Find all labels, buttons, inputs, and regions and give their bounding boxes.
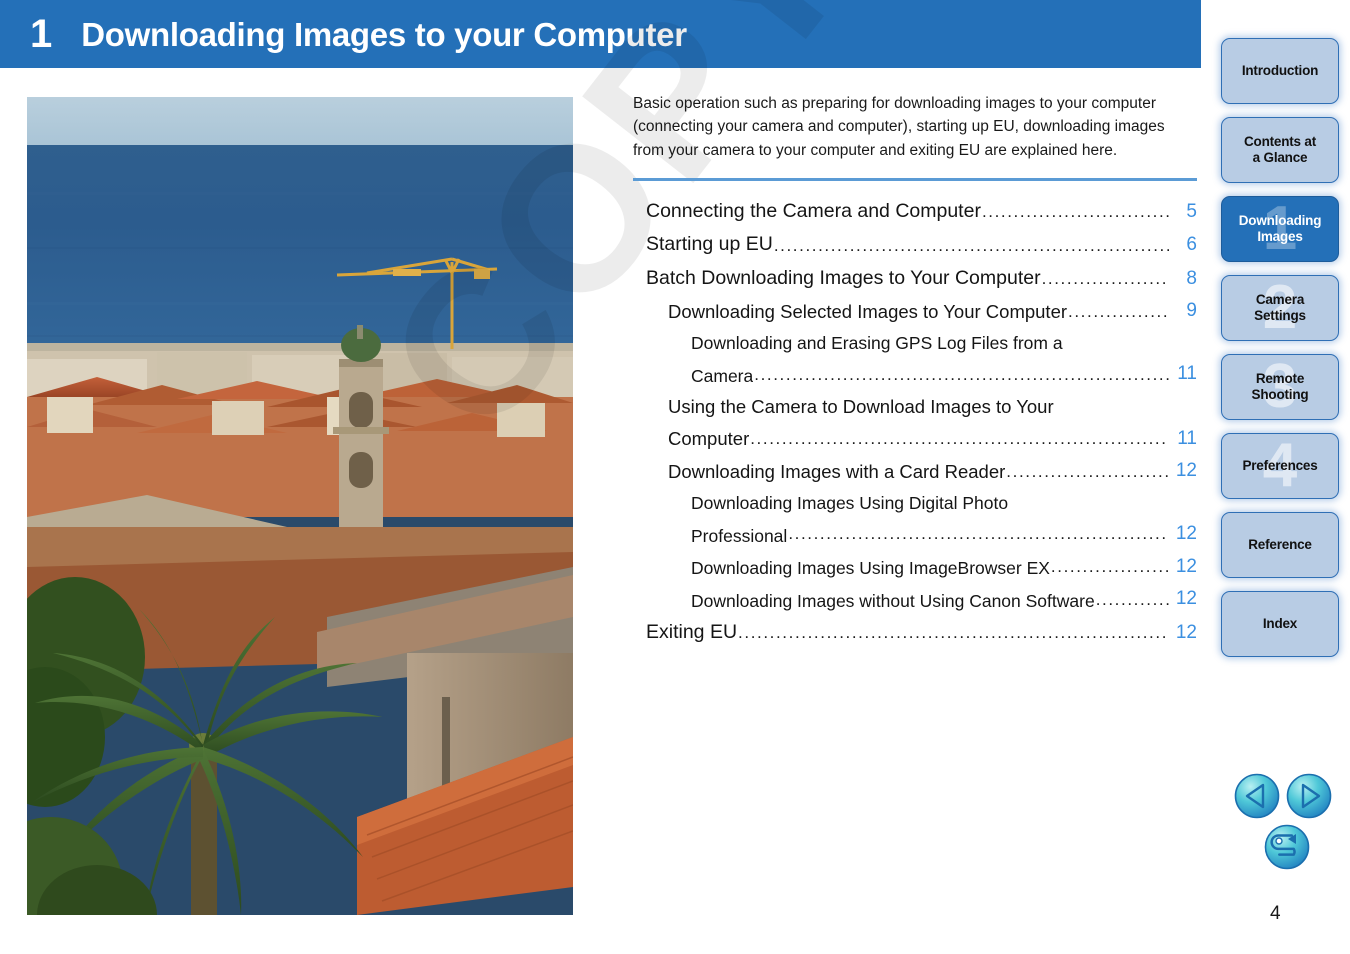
sidebar-tab-remote-shooting[interactable]: 3 Remote Shooting: [1221, 354, 1339, 420]
toc-leader-dots: ........................................…: [1050, 557, 1169, 577]
toc-leader-dots: ........................................…: [981, 202, 1169, 222]
toc-entry-label: Downloading Images with a Card Reader: [668, 461, 1006, 483]
toc-entry[interactable]: Downloading Images with a Card Reader...…: [633, 455, 1197, 488]
sidebar-tab-label-line1: Downloading: [1238, 212, 1322, 228]
toc-leader-dots: ........................................…: [1006, 461, 1169, 481]
sidebar-tab-label: Camera Settings: [1250, 292, 1310, 325]
sidebar-tab-downloading-images[interactable]: 1 Downloading Images: [1221, 196, 1339, 262]
sidebar-tab-introduction[interactable]: Introduction: [1221, 38, 1339, 104]
toc-entry[interactable]: Downloading Images without Using Canon S…: [633, 583, 1197, 616]
intro-paragraph: Basic operation such as preparing for do…: [633, 95, 1165, 159]
toc-page-number: 12: [1175, 588, 1197, 610]
toc-entry[interactable]: Downloading Selected Images to Your Comp…: [633, 295, 1197, 328]
toc-divider: [633, 177, 1197, 181]
toc-entry[interactable]: Downloading Images Using ImageBrowser EX…: [633, 551, 1197, 584]
toc-entry[interactable]: Using the Camera to Download Images to Y…: [633, 391, 1197, 455]
sidebar-tab-label: Reference: [1248, 536, 1312, 552]
sidebar-tab-label-line2: a Glance: [1252, 150, 1308, 165]
sidebar-tab-label: Remote Shooting: [1248, 371, 1313, 404]
toc-leader-dots: ........................................…: [1068, 301, 1169, 321]
toc-entry-label: Downloading Images Using ImageBrowser EX: [691, 558, 1050, 579]
toc-leader-dots: ........................................…: [738, 623, 1169, 643]
toc-page-number: 6: [1186, 234, 1197, 256]
chapter-header-bar: 1 Downloading Images to your Computer: [0, 0, 1201, 68]
toc-leader-dots: ........................................…: [1095, 589, 1169, 609]
sidebar-tab-contents-at-a-glance[interactable]: Contents at a Glance: [1221, 117, 1339, 183]
sidebar-tab-preferences[interactable]: 4 Preferences: [1221, 433, 1339, 499]
content-column: Basic operation such as preparing for do…: [633, 92, 1197, 650]
toc-entry-label: Professional: [691, 525, 788, 546]
table-of-contents: Connecting the Camera and Computer......…: [633, 195, 1197, 650]
toc-entry-label: Camera: [691, 365, 754, 386]
sidebar-tab-label-line2: Settings: [1254, 308, 1306, 323]
toc-page-number: 9: [1186, 300, 1197, 322]
toc-entry-label: Connecting the Camera and Computer: [646, 199, 981, 222]
toc-entry[interactable]: Downloading Images Using Digital Photo Pr…: [633, 488, 1197, 551]
previous-page-button[interactable]: [1234, 773, 1280, 819]
toc-entry-label: Using the Camera to Download Images to Y…: [668, 395, 1054, 417]
toc-entry-label: Starting up EU: [646, 233, 773, 256]
sidebar-tab-label: Preferences: [1242, 457, 1318, 473]
toc-leader-dots: ........................................…: [788, 524, 1169, 544]
toc-page-number: 11: [1177, 427, 1197, 449]
sidebar-tab-label-line1: Remote: [1255, 370, 1305, 386]
toc-entry-label: Exiting EU: [646, 621, 738, 644]
sidebar-tab-label-line2: Shooting: [1251, 387, 1309, 402]
toc-page-number: 12: [1175, 555, 1197, 577]
sidebar-tab-label: Downloading Images: [1235, 213, 1326, 246]
sidebar-tab-index[interactable]: Index: [1221, 591, 1339, 657]
sidebar-tab-label: Index: [1262, 615, 1298, 631]
toc-entry-label: Computer: [668, 428, 750, 450]
return-button[interactable]: [1264, 824, 1310, 870]
toc-leader-dots: ........................................…: [750, 429, 1169, 449]
sidebar-tab-label: Contents at a Glance: [1240, 134, 1320, 167]
page-number: 4: [1270, 903, 1281, 924]
page-title: Downloading Images to your Computer: [81, 15, 687, 53]
toc-entry-label: Downloading Selected Images to Your Comp…: [668, 301, 1068, 323]
toc-entry[interactable]: Exiting EU..............................…: [633, 616, 1197, 650]
toc-leader-dots: ........................................…: [754, 364, 1169, 384]
chapter-number: 1: [30, 12, 52, 56]
next-page-button[interactable]: [1286, 773, 1332, 819]
toc-page-number: 5: [1186, 200, 1197, 222]
toc-page-number: 8: [1186, 267, 1197, 289]
page-navigation-buttons: [1234, 773, 1344, 870]
toc-entry-label: Downloading Images Using Digital Photo: [691, 492, 1009, 513]
toc-entry[interactable]: Connecting the Camera and Computer......…: [633, 195, 1197, 229]
toc-page-number: 11: [1177, 363, 1197, 385]
toc-entry[interactable]: Starting up EU..........................…: [633, 228, 1197, 262]
toc-page-number: 12: [1175, 523, 1197, 545]
toc-page-number: 12: [1175, 460, 1197, 482]
toc-entry-label: Batch Downloading Images to Your Compute…: [646, 266, 1041, 289]
chapter-photo: [27, 97, 573, 915]
sidebar-tab-label: Introduction: [1241, 62, 1319, 78]
toc-entry[interactable]: Downloading and Erasing GPS Log Files fr…: [633, 328, 1197, 391]
toc-leader-dots: ........................................…: [773, 235, 1169, 255]
toc-entry-label: Downloading Images without Using Canon S…: [691, 590, 1095, 611]
chapter-navigation-sidebar: Introduction Contents at a Glance 1 Download…: [1221, 38, 1341, 670]
toc-entry[interactable]: Batch Downloading Images to Your Compute…: [633, 262, 1197, 296]
sidebar-tab-camera-settings[interactable]: 2 Camera Settings: [1221, 275, 1339, 341]
sidebar-tab-label-line1: Contents at: [1243, 133, 1317, 149]
sidebar-tab-label-line1: Camera: [1255, 291, 1305, 307]
toc-page-number: 12: [1175, 621, 1197, 643]
toc-entry-label: Downloading and Erasing GPS Log Files fr…: [691, 333, 1063, 354]
sidebar-tab-label-line2: Images: [1257, 229, 1303, 244]
photo-illustration: [27, 97, 573, 915]
toc-leader-dots: ........................................…: [1041, 269, 1169, 289]
sidebar-tab-reference[interactable]: Reference: [1221, 512, 1339, 578]
